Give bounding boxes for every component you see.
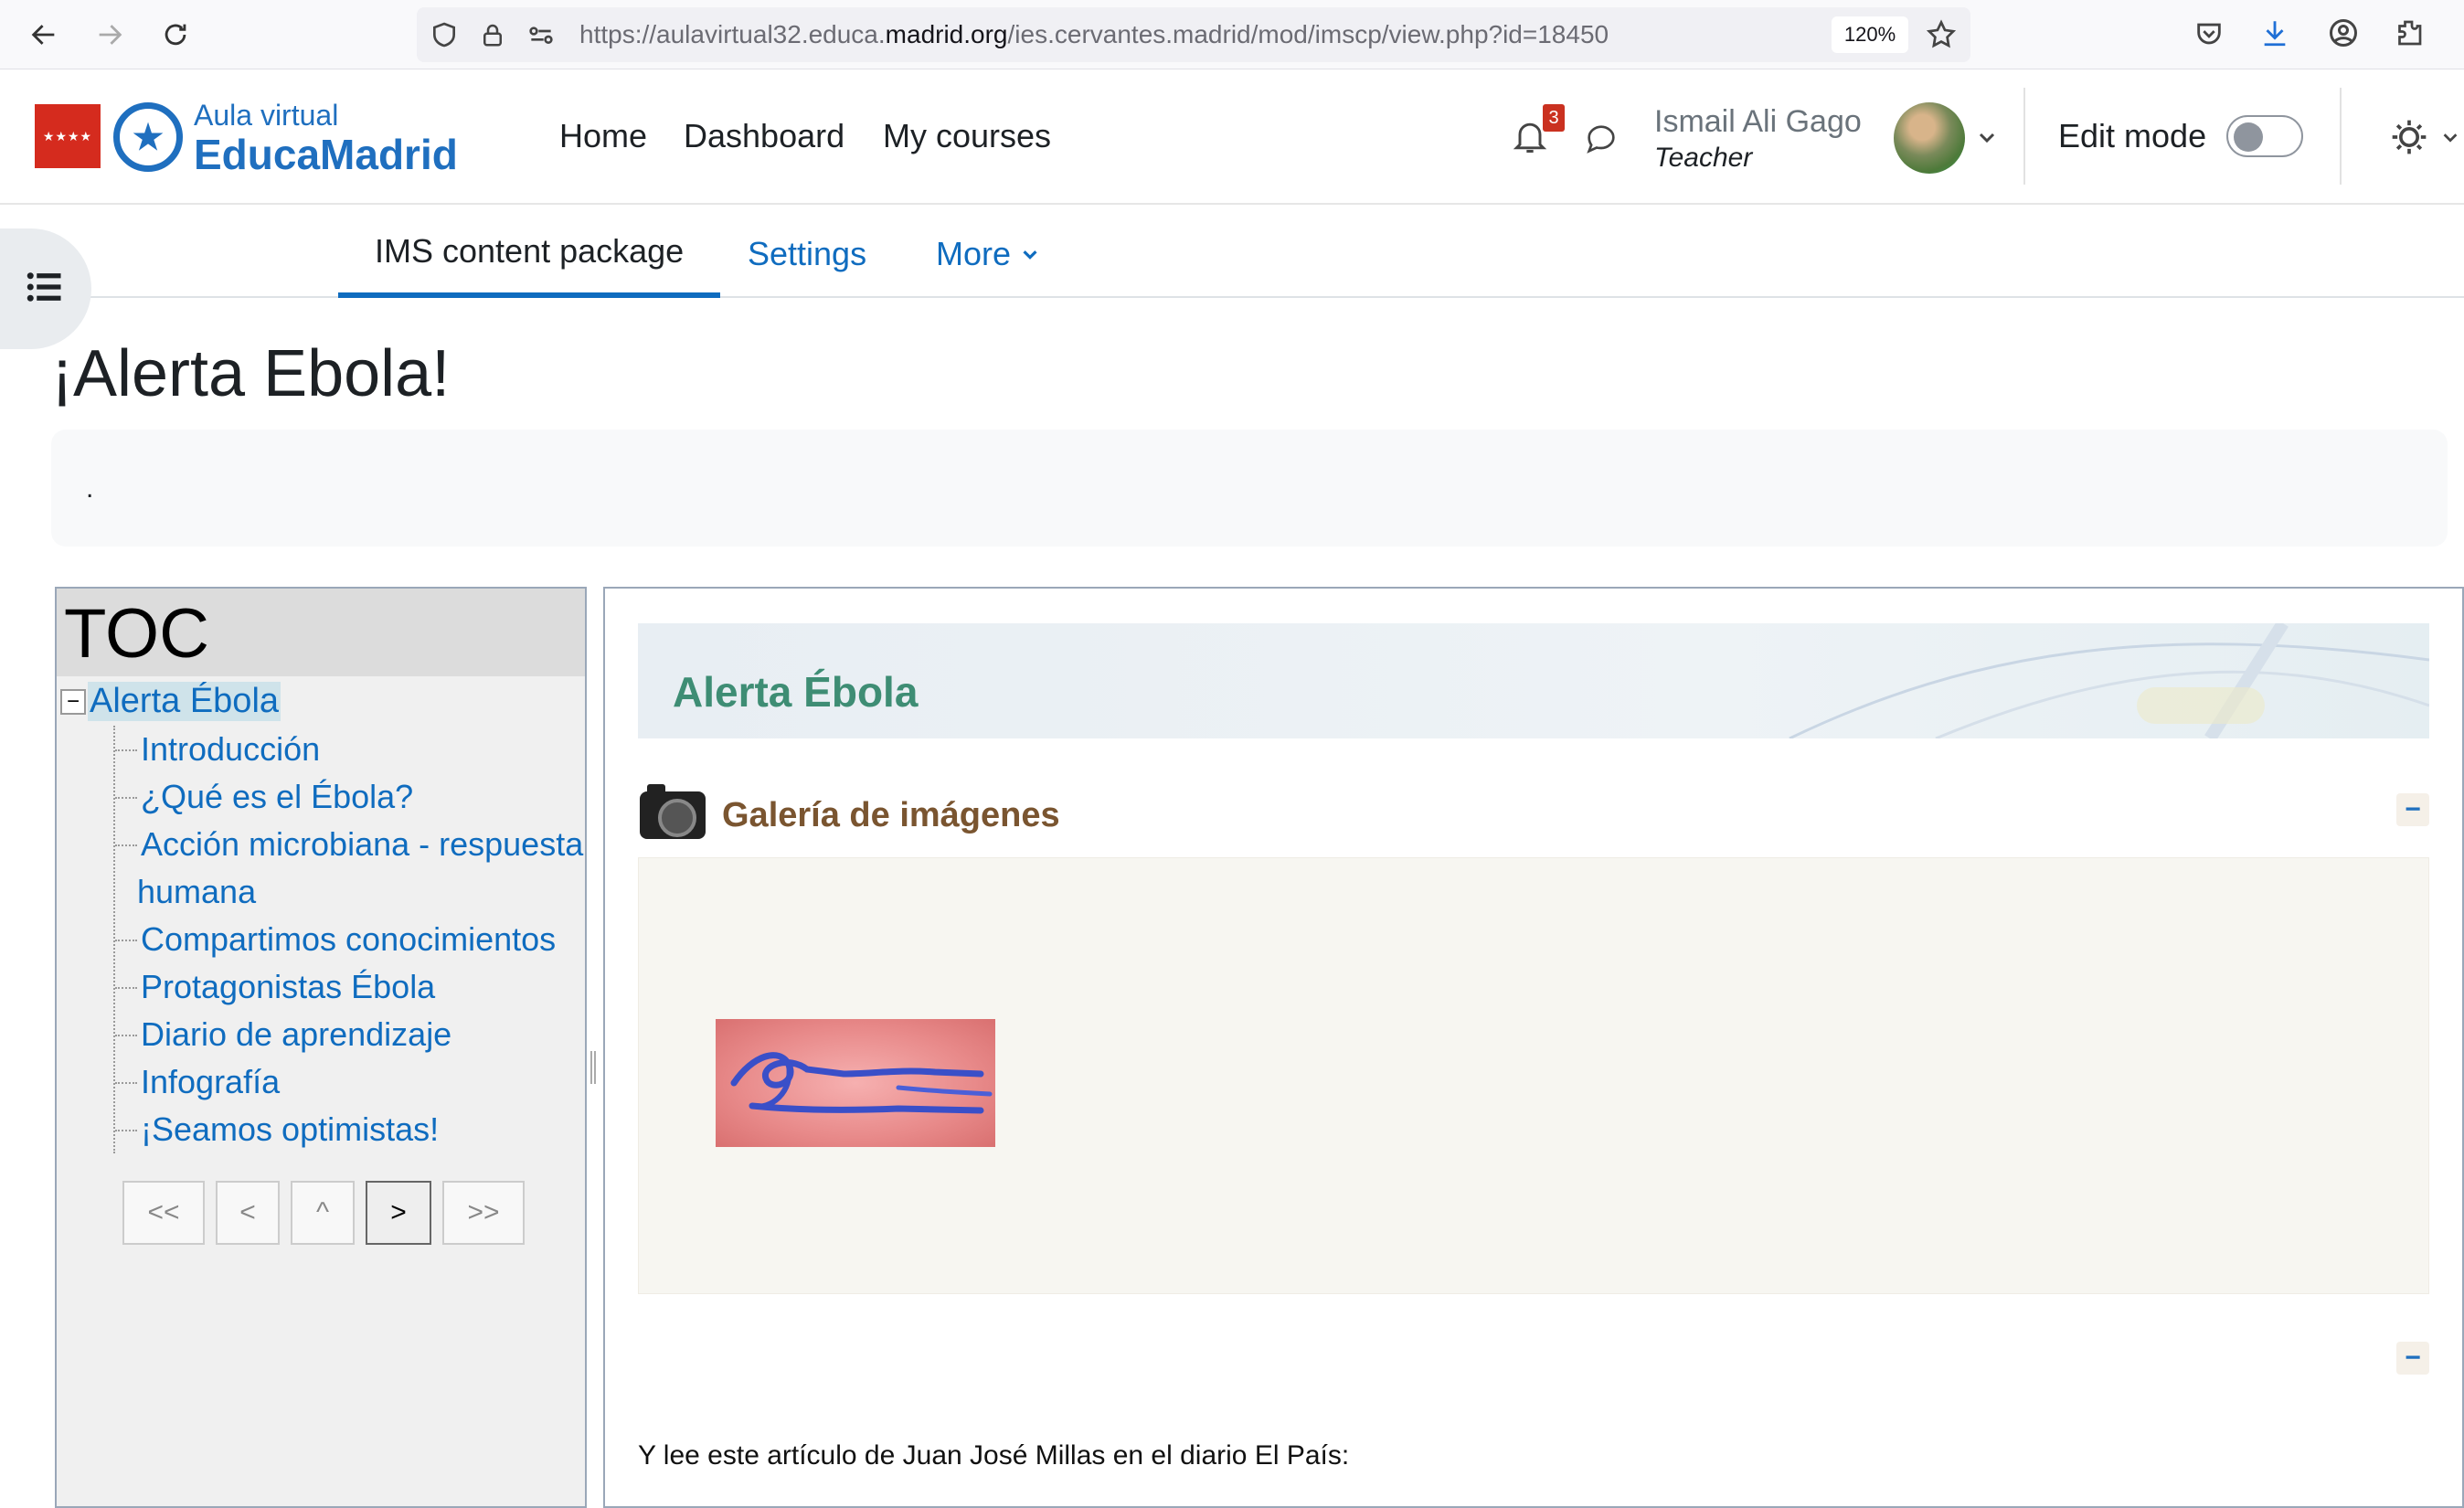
reload-icon[interactable] — [154, 13, 197, 57]
content-frame: Alerta Ébola Galería de imágenes − − Y l… — [603, 587, 2464, 1508]
toc-item[interactable]: ¡Seamos optimistas! — [115, 1106, 585, 1153]
tab-ims-content-package[interactable]: IMS content package — [338, 210, 721, 298]
toc-panel: TOC − Alerta Ébola Introducción ¿Qué es … — [55, 587, 587, 1508]
brand-title[interactable]: EducaMadrid — [194, 130, 458, 179]
banner-decoration — [1789, 623, 2429, 738]
ebola-virus-image[interactable] — [716, 1019, 995, 1147]
avatar[interactable] — [1894, 102, 1965, 174]
nav-dashboard[interactable]: Dashboard — [684, 117, 844, 155]
toc-item-label[interactable]: Acción microbiana - respuesta — [141, 825, 583, 863]
page-title: ¡Alerta Ebola! — [51, 337, 451, 410]
last-page-button[interactable]: >> — [442, 1181, 525, 1245]
chevron-down-icon[interactable] — [1976, 126, 1998, 153]
image-gallery — [638, 857, 2429, 1294]
previous-page-button[interactable]: < — [216, 1181, 280, 1245]
madrid-flag-logo[interactable]: ★★★★ — [35, 104, 101, 168]
activity-description: . — [51, 430, 2448, 547]
notification-badge: 3 — [1543, 104, 1565, 132]
article-intro-text: Y lee este artículo de Juan José Millas … — [638, 1440, 1350, 1471]
nav-home[interactable]: Home — [559, 117, 647, 155]
toc-root-label[interactable]: Alerta Ébola — [88, 682, 281, 721]
edit-mode-toggle[interactable] — [2226, 115, 2303, 157]
user-role: Teacher — [1654, 143, 1753, 173]
browser-toolbar: https://aulavirtual32.educa.madrid.org/i… — [0, 0, 2464, 69]
site-navbar: ★★★★ ★ Aula virtual EducaMadrid Home Das… — [0, 69, 2464, 205]
toggle-knob — [2234, 122, 2263, 152]
toc-item[interactable]: ¿Qué es el Ébola? — [115, 773, 585, 821]
next-page-button[interactable]: > — [366, 1181, 431, 1245]
nav-my-courses[interactable]: My courses — [883, 117, 1051, 155]
camera-icon — [640, 784, 706, 839]
secondary-navigation: IMS content package Settings More — [0, 205, 2464, 298]
collapse-gallery-button[interactable]: − — [2396, 793, 2429, 826]
url-text[interactable]: https://aulavirtual32.educa.madrid.org/i… — [579, 20, 1609, 49]
zoom-indicator[interactable]: 120% — [1832, 16, 1908, 53]
messages-icon[interactable] — [1581, 121, 1621, 162]
user-name[interactable]: Ismail Ali Gago — [1654, 104, 1862, 140]
up-page-button[interactable]: ^ — [291, 1181, 355, 1245]
chevron-down-icon — [1020, 244, 1040, 264]
panel-resize-handle[interactable] — [590, 1051, 596, 1084]
toc-item[interactable]: Protagonistas Ébola — [115, 963, 585, 1011]
brand-subtitle[interactable]: Aula virtual — [194, 99, 338, 133]
tab-more-label: More — [936, 235, 1012, 272]
navbar-divider — [2023, 88, 2025, 185]
collapse-section-button[interactable]: − — [2396, 1342, 2429, 1375]
tab-settings[interactable]: Settings — [711, 210, 903, 298]
brightness-icon[interactable] — [2389, 117, 2429, 162]
gallery-header: Galería de imágenes — [640, 784, 1060, 839]
toc-list: Introducción ¿Qué es el Ébola? Acción mi… — [113, 726, 585, 1153]
download-icon[interactable] — [2259, 16, 2290, 54]
lock-icon[interactable] — [479, 20, 506, 54]
first-page-button[interactable]: << — [122, 1181, 205, 1245]
shield-icon[interactable] — [430, 20, 459, 54]
description-text: . — [86, 473, 94, 504]
content-header-banner: Alerta Ébola — [638, 623, 2429, 738]
forward-arrow-icon[interactable] — [88, 13, 132, 57]
account-icon[interactable] — [2327, 16, 2360, 54]
toc-item[interactable]: Compartimos conocimientos — [115, 916, 585, 963]
chevron-down-icon[interactable] — [2440, 126, 2460, 153]
back-arrow-icon[interactable] — [22, 13, 66, 57]
bookmark-star-icon[interactable] — [1925, 18, 1958, 56]
extensions-icon[interactable] — [2393, 16, 2426, 54]
toc-item[interactable]: Diario de aprendizaje — [115, 1011, 585, 1058]
toc-heading: TOC — [57, 589, 585, 676]
content-title: Alerta Ébola — [673, 668, 919, 716]
toc-item[interactable]: Introducción — [115, 726, 585, 773]
gallery-title: Galería de imágenes — [722, 795, 1060, 834]
toc-item[interactable]: Infografía — [115, 1058, 585, 1106]
educamadrid-logo-icon[interactable]: ★ — [113, 102, 183, 172]
collapse-icon[interactable]: − — [60, 688, 86, 715]
tab-more[interactable]: More — [899, 210, 1077, 298]
toc-item-label-continuation[interactable]: humana — [137, 868, 585, 916]
toc-item[interactable]: Acción microbiana - respuesta humana — [115, 821, 585, 916]
permissions-icon[interactable] — [526, 20, 556, 54]
address-bar[interactable]: https://aulavirtual32.educa.madrid.org/i… — [417, 7, 1970, 62]
edit-mode-label: Edit mode — [2058, 117, 2207, 154]
list-icon — [26, 271, 64, 308]
pocket-icon[interactable] — [2193, 18, 2225, 54]
navbar-divider — [2340, 88, 2342, 185]
toc-root-item[interactable]: − Alerta Ébola — [60, 682, 281, 721]
